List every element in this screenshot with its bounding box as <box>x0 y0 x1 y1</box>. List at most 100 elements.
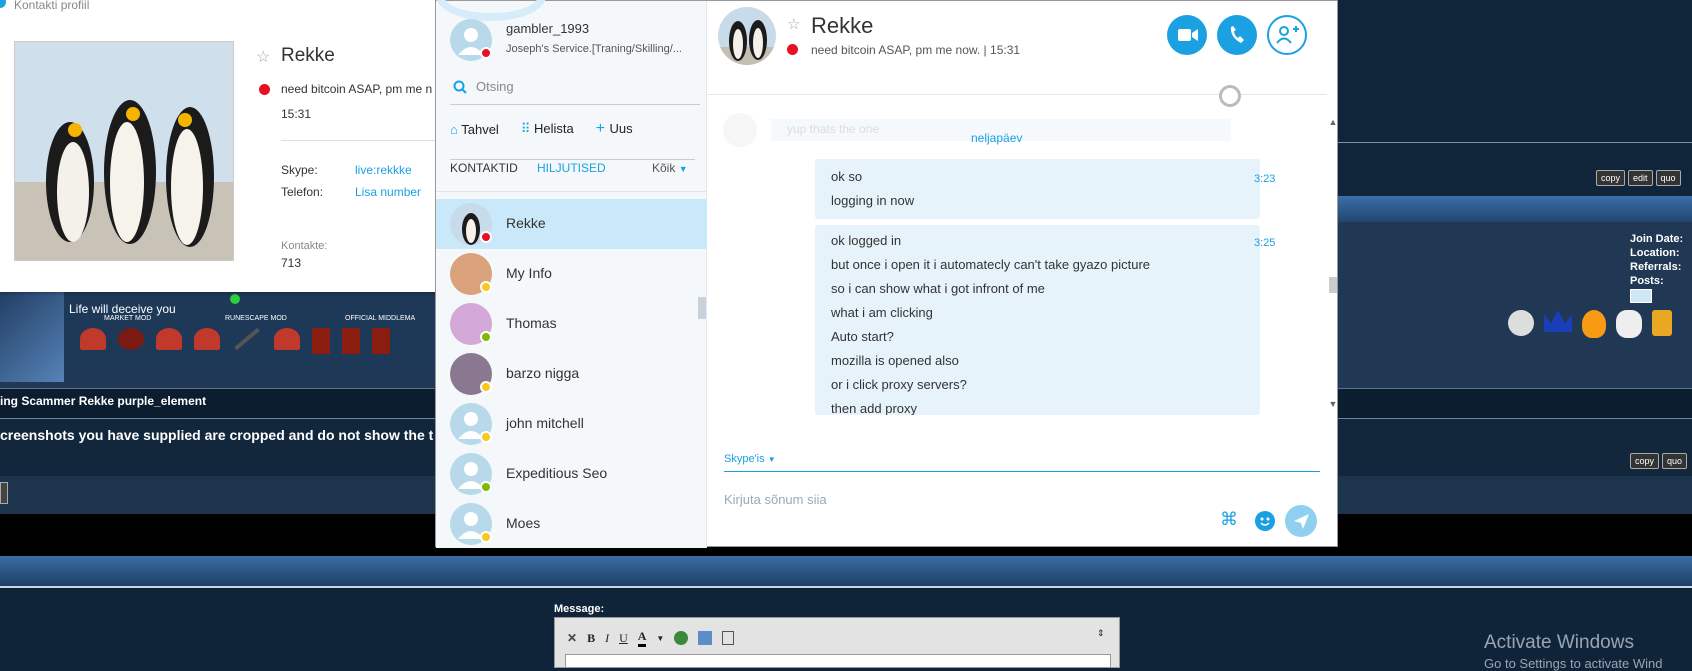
via-selector[interactable]: Skype'is ▼ <box>724 453 776 465</box>
away-status-icon <box>480 431 492 443</box>
scroll-up-icon[interactable]: ▲ <box>1327 117 1339 127</box>
my-mood: Joseph's Service.[Traning/Skilling/... <box>506 43 682 55</box>
list-item[interactable]: john mitchell <box>436 399 707 449</box>
chat-avatar[interactable] <box>718 7 776 65</box>
chevron-down-icon: ▼ <box>767 455 776 464</box>
thread-title[interactable]: ing Scammer Rekke purple_element <box>0 394 206 408</box>
search-input[interactable]: Otsing <box>476 79 514 94</box>
globe-icon[interactable] <box>1219 85 1241 107</box>
call-button[interactable] <box>1217 15 1257 55</box>
scroll-down-icon[interactable]: ▼ <box>1327 399 1339 409</box>
sender-avatar <box>723 113 757 147</box>
crown-badge-icon <box>1544 310 1572 332</box>
chat-message: but once i open it i automatecly can't t… <box>831 257 1151 272</box>
resize-icon[interactable]: ⇕ <box>1097 628 1105 639</box>
bold-button[interactable]: B <box>587 631 595 646</box>
busy-status-icon <box>259 84 270 95</box>
list-item[interactable]: Expeditious Seo <box>436 449 707 499</box>
underline-button[interactable]: U <box>619 631 628 646</box>
scroll-thumb[interactable] <box>1329 277 1337 293</box>
plus-icon: + <box>595 120 610 137</box>
link-icon[interactable] <box>674 631 689 645</box>
chat-scrollbar[interactable]: ▲ ▼ <box>1327 117 1339 413</box>
online-status-icon <box>480 331 492 343</box>
list-item[interactable]: My Info <box>436 249 707 299</box>
quote-button[interactable]: quo <box>1662 453 1688 469</box>
mood-message: need bitcoin ASAP, pm me n <box>281 82 433 96</box>
nav-uus[interactable]: + Uus <box>596 120 633 138</box>
list-item[interactable]: Thomas <box>436 299 707 349</box>
signature-banner: Life will deceive you MARKET MOD RUNESCA… <box>0 290 440 382</box>
filter-dropdown[interactable]: Kõik ▼ <box>652 161 688 175</box>
favorite-star-icon[interactable]: ☆ <box>256 47 270 67</box>
list-item[interactable]: Rekke <box>436 199 707 249</box>
chat-message: what i am clicking <box>831 305 933 320</box>
list-item[interactable]: barzo nigga <box>436 349 707 399</box>
image-icon[interactable] <box>698 631 713 645</box>
busy-status-icon <box>787 44 798 55</box>
nav-tahvel[interactable]: ⌂ Tahvel <box>450 122 499 137</box>
message-input[interactable]: Kirjuta sõnum siia <box>724 492 827 507</box>
profile-photo <box>14 41 234 261</box>
search-box[interactable]: Otsing <box>450 73 700 105</box>
skype-window: gambler_1993 Joseph's Service.[Traning/S… <box>435 0 1339 549</box>
chat-contact-name: Rekke <box>811 13 874 38</box>
attach-icon[interactable]: ⌘ <box>1220 509 1238 530</box>
mask-badge-icon <box>1616 310 1642 338</box>
flower-icon <box>118 328 144 350</box>
forum-band <box>0 556 1692 588</box>
activate-windows-title: Activate Windows <box>1484 632 1634 653</box>
scroll-button[interactable] <box>0 482 8 504</box>
contact-profile-window: Kontakti profiil ☆ Rekke need bitcoin AS… <box>0 0 441 292</box>
video-call-button[interactable] <box>1167 15 1207 55</box>
away-status-icon <box>480 381 492 393</box>
post-text: creenshots you have supplied are cropped… <box>0 427 434 443</box>
favorite-star-icon[interactable]: ☆ <box>787 15 800 33</box>
code-icon[interactable] <box>722 631 735 645</box>
list-item[interactable]: Moes <box>436 499 707 549</box>
header-decoration <box>436 0 546 21</box>
tab-contacts[interactable]: KONTAKTID <box>450 161 518 175</box>
search-icon <box>453 80 467 94</box>
quote-button[interactable]: quo <box>1655 170 1681 186</box>
anime-avatar <box>0 290 64 382</box>
add-people-button[interactable] <box>1267 15 1307 55</box>
chevron-down-icon[interactable]: ▼ <box>656 634 664 643</box>
chat-message: ok logged in <box>831 233 902 248</box>
reply-area: Message: ✕ B I U A ▼ ⇕ Activate Windows … <box>0 590 1692 671</box>
video-icon <box>1178 29 1198 41</box>
italic-button[interactable]: I <box>605 631 609 646</box>
font-color-button[interactable]: A <box>637 629 647 647</box>
skype-id-link[interactable]: live:rekkke <box>355 163 412 177</box>
copy-button[interactable]: copy <box>1630 453 1660 469</box>
party-hat-icon <box>80 328 106 350</box>
divider <box>1338 142 1692 143</box>
chevron-down-icon: ▼ <box>678 164 688 174</box>
emoji-icon[interactable] <box>1255 511 1275 531</box>
online-status-icon <box>480 481 492 493</box>
message-time: 3:23 <box>1254 173 1276 185</box>
party-hat-icon <box>194 328 220 350</box>
cat-badge-icon <box>1508 310 1534 336</box>
add-phone-link[interactable]: Lisa number <box>355 185 421 199</box>
remove-format-icon[interactable]: ✕ <box>567 631 577 645</box>
party-hat-icon <box>274 328 300 350</box>
activate-windows-subtitle: Go to Settings to activate Wind <box>1484 656 1663 671</box>
copy-button[interactable]: copy <box>1596 170 1626 186</box>
chat-pane: ☆ Rekke need bitcoin ASAP, pm me now. | … <box>707 1 1339 548</box>
window-title: Kontakti profiil <box>14 0 90 12</box>
online-dot-icon <box>230 294 240 304</box>
skype-badge-icon <box>1630 289 1652 303</box>
edit-button[interactable]: edit <box>1628 170 1653 186</box>
day-divider: neljapäev <box>971 131 1023 145</box>
phone-icon <box>1230 26 1244 43</box>
nav-helista[interactable]: ⠿ Helista <box>521 121 574 137</box>
send-button[interactable] <box>1285 505 1317 537</box>
message-textarea[interactable] <box>565 654 1111 668</box>
contact-name: Rekke <box>281 45 335 66</box>
tab-recent[interactable]: HILJUTISED <box>537 161 606 175</box>
chat-message: or i click proxy servers? <box>831 377 967 392</box>
contacts-scrollbar[interactable] <box>698 297 706 319</box>
chat-message: mozilla is opened also <box>831 353 959 368</box>
my-username: gambler_1993 <box>506 21 590 36</box>
